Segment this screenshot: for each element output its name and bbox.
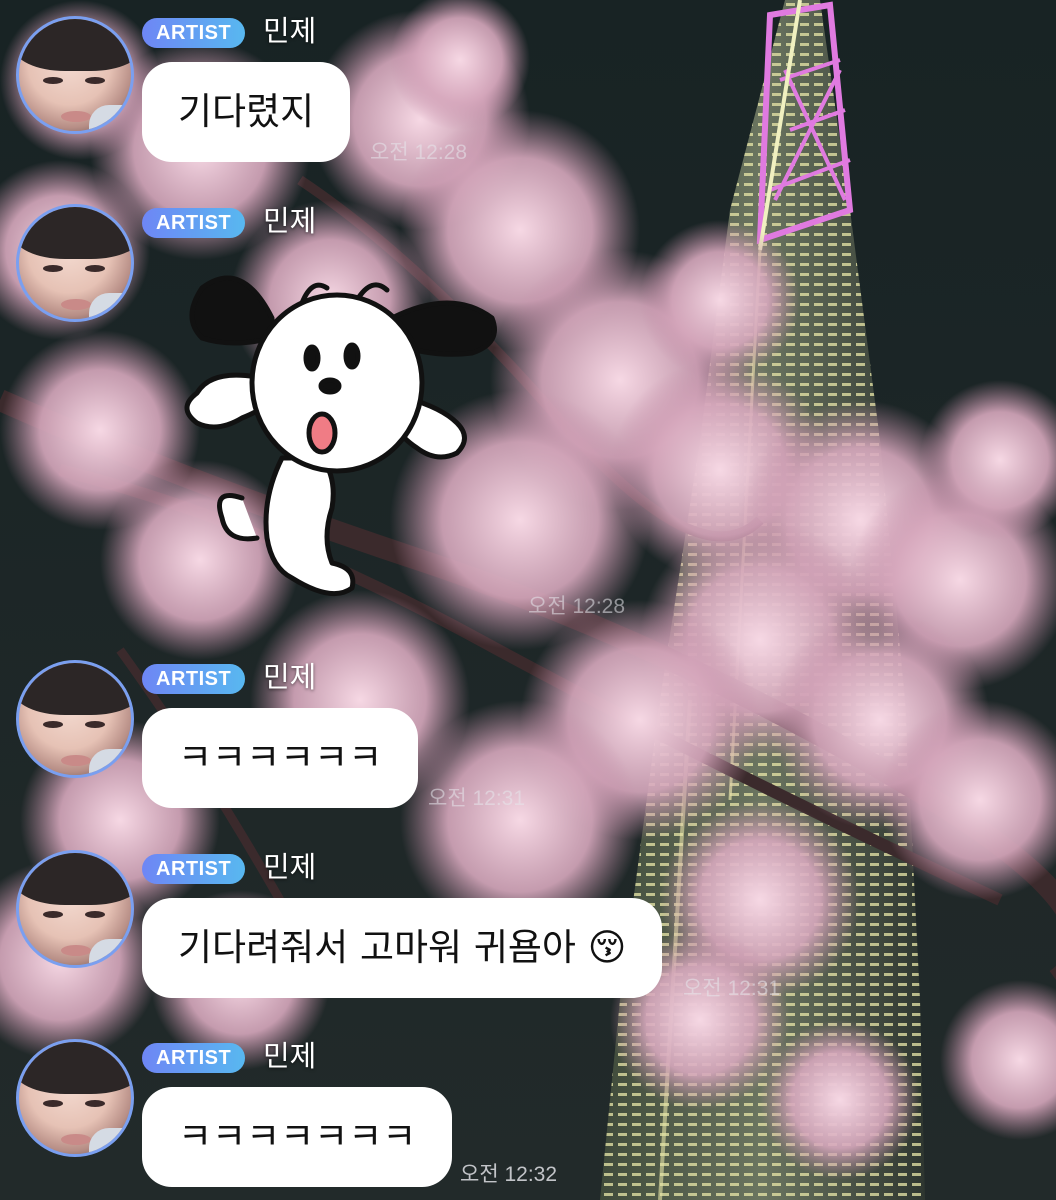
message-bubble[interactable]: ㅋㅋㅋㅋㅋㅋ (142, 708, 419, 808)
sender-name: 민제 (263, 204, 317, 238)
artist-avatar[interactable] (16, 1039, 134, 1157)
message-bubble[interactable]: ㅋㅋㅋㅋㅋㅋㅋ (142, 1087, 453, 1187)
message-bubble[interactable]: 기다려줘서 고마워 귀욤아 😚 (142, 898, 663, 998)
sender-name: 민제 (263, 660, 317, 694)
sender-name: 민제 (263, 1039, 317, 1073)
message-timestamp: 오전 12:31 (683, 977, 781, 1000)
artist-badge: ARTIST (142, 208, 246, 238)
surprised-white-dog-sticker[interactable] (172, 258, 512, 613)
artist-avatar[interactable] (16, 850, 134, 968)
message-timestamp: 오전 12:31 (428, 787, 526, 810)
artist-badge: ARTIST (142, 854, 246, 884)
message-bubble[interactable]: 기다렸지 (142, 62, 351, 162)
sender-name: 민제 (263, 14, 317, 48)
artist-avatar[interactable] (16, 16, 134, 134)
artist-avatar[interactable] (16, 660, 134, 778)
artist-badge: ARTIST (142, 18, 246, 48)
message-timestamp: 오전 12:28 (528, 595, 626, 618)
artist-badge: ARTIST (142, 664, 246, 694)
chat-message-list[interactable]: ARTIST 민제 기다렸지 오전 12:28 ARTIST 민제 오전 12:… (0, 0, 1056, 1200)
message-timestamp: 오전 12:28 (370, 141, 468, 164)
message-timestamp: 오전 12:32 (460, 1163, 558, 1186)
artist-badge: ARTIST (142, 1043, 246, 1073)
sender-name: 민제 (263, 850, 317, 884)
artist-avatar[interactable] (16, 204, 134, 322)
